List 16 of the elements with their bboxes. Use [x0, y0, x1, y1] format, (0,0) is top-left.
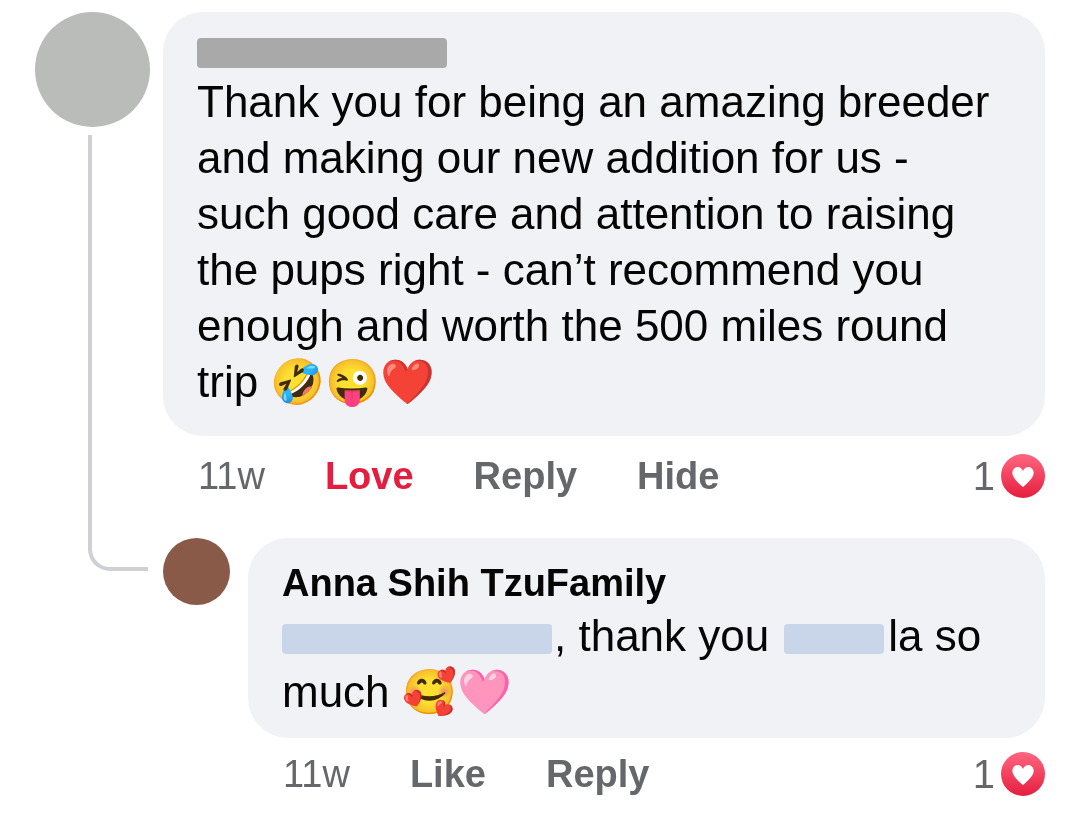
reply-text: la so	[888, 610, 982, 662]
action-link[interactable]: Reply	[545, 752, 650, 796]
reaction-count: 1	[972, 751, 995, 797]
comment-text: Thank you for being an amazing breeder and making our new addition for us - such good care and attention to raising the pups right - can’t recommend you enough and worth the 500 miles round trip 🤣😜❤	[197, 76, 991, 409]
reply-time: 11w	[283, 752, 350, 796]
heart-reaction-icon	[1001, 454, 1045, 498]
reply-text: , thank you	[554, 610, 770, 662]
reaction-link[interactable]: Love	[324, 454, 414, 498]
reaction-count: 1	[972, 453, 995, 499]
action-link[interactable]: Reply	[473, 454, 578, 498]
reply-text: much 🥰🩷	[282, 665, 512, 718]
author-name[interactable]: Anna Shih TzuFamily	[282, 558, 1015, 608]
comment-time: 11w	[198, 454, 265, 498]
reaction-link[interactable]: Like	[409, 752, 486, 796]
action-link[interactable]: Hide	[637, 454, 720, 498]
heart-reaction-icon	[1001, 752, 1045, 796]
